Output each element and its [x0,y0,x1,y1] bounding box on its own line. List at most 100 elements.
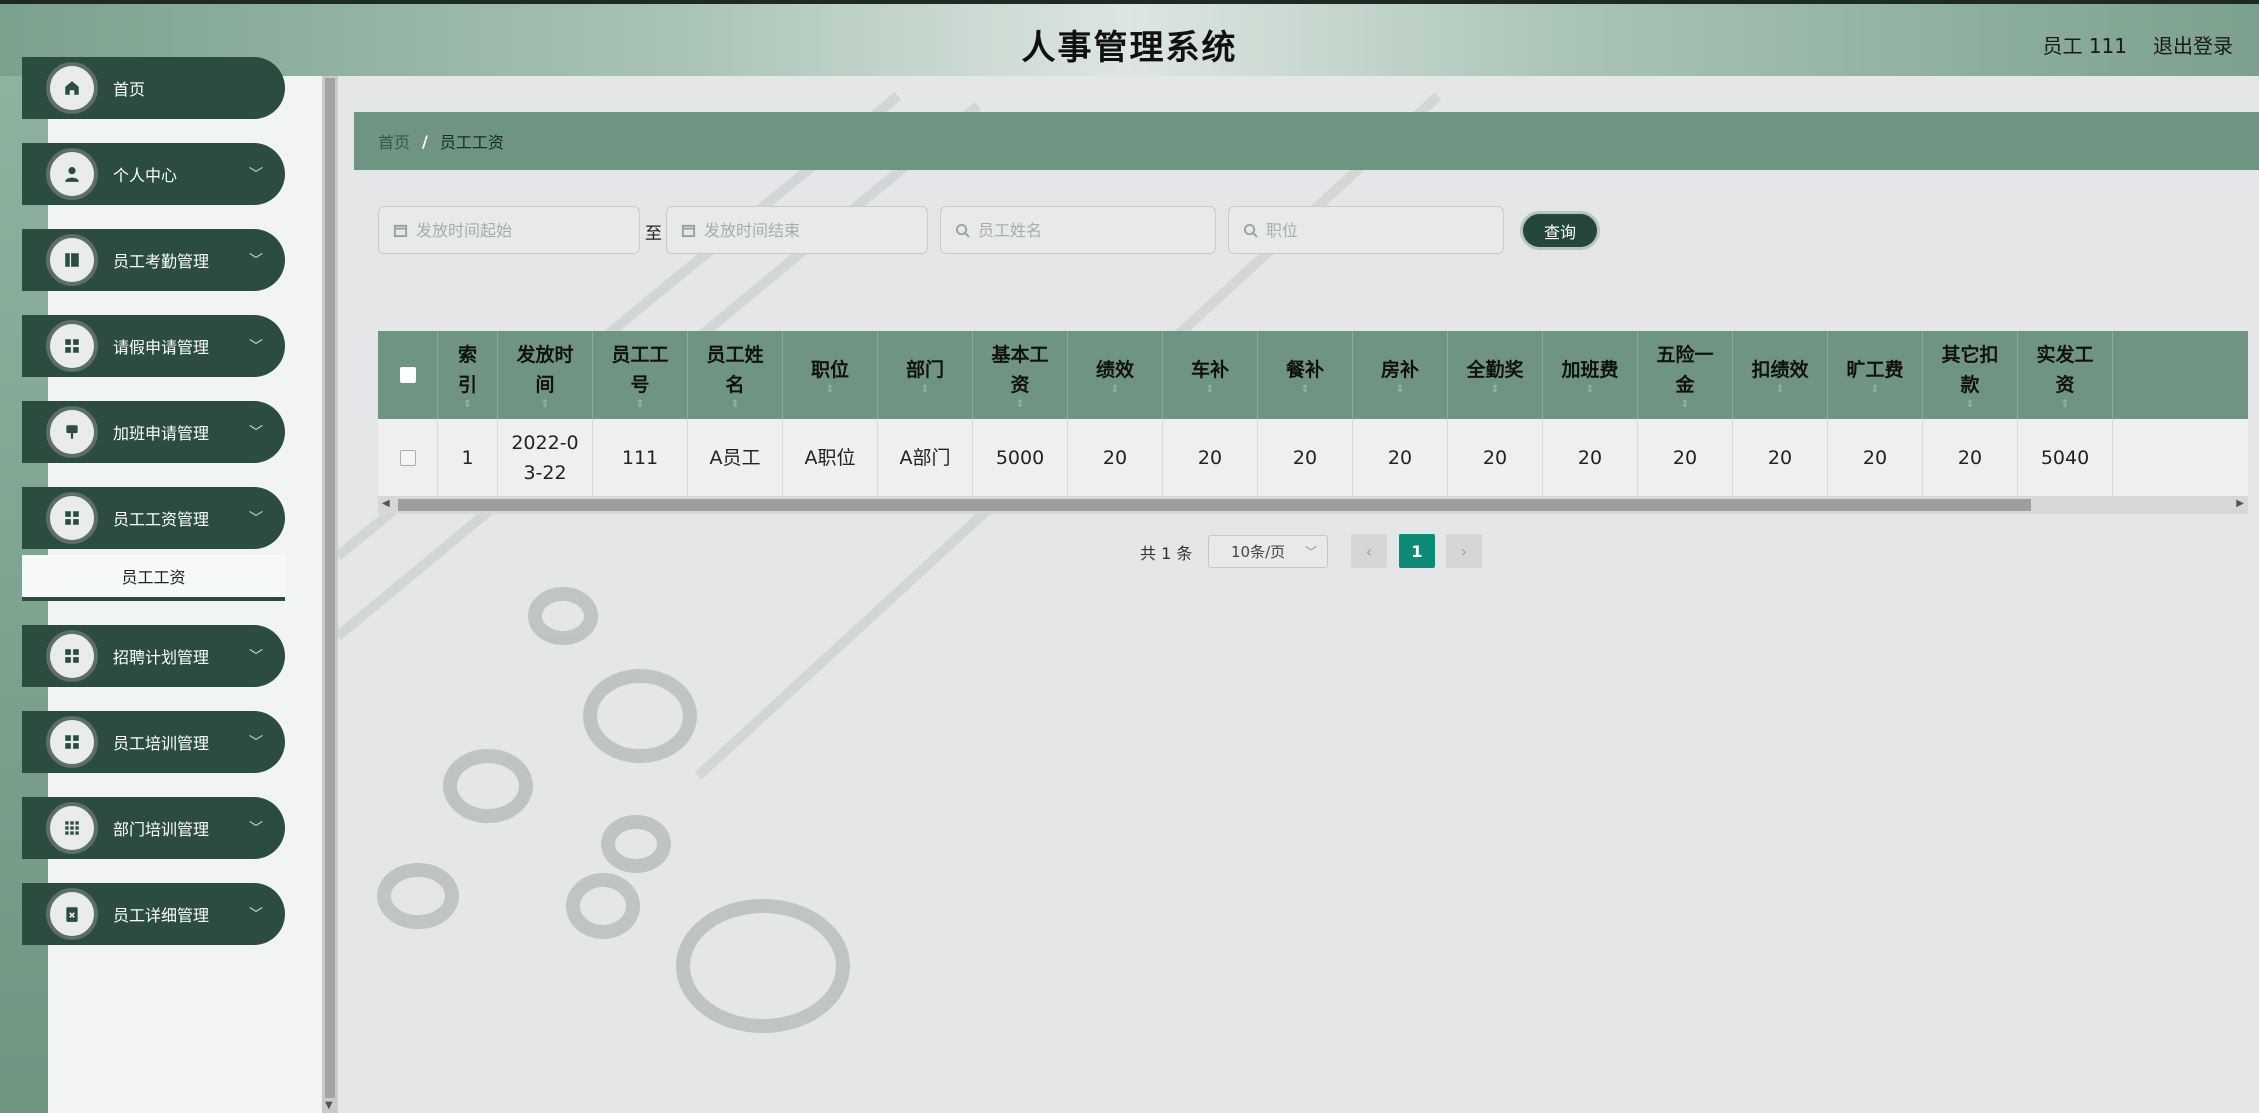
end-date-input[interactable] [704,220,904,240]
column-header-label: 基本工 [991,344,1049,366]
column-header[interactable]: 索引 ⇕ [438,331,498,419]
sort-icon[interactable]: ⇕ [463,400,471,410]
sidebar-item-home[interactable]: 首页 [22,57,285,119]
sort-icon[interactable]: ⇕ [636,400,644,410]
employee-name-field[interactable] [940,206,1216,254]
start-date-field[interactable] [378,206,640,254]
table-cell: 20 [1733,419,1828,496]
column-header-label: 其它扣 [1941,344,1999,366]
column-header-label: 餐补 [1285,359,1324,381]
column-header[interactable]: 部门 ⇕ [878,331,973,419]
sidebar-item-overtime[interactable]: 加班申请管理 ﹀ [22,401,285,463]
chevron-left-icon: ‹ [1365,541,1373,561]
column-header-label: 房补 [1380,359,1419,381]
table-cell: 20 [1163,419,1258,496]
sidebar-item-department-training[interactable]: 部门培训管理 ﹀ [22,797,285,859]
column-header[interactable]: 餐补 ⇕ [1258,331,1353,419]
page-number-1[interactable]: 1 [1399,534,1435,568]
column-header[interactable]: 其它扣款 ⇕ [1923,331,2018,419]
sort-icon[interactable]: ⇕ [1111,385,1119,395]
sidebar-item-personal-center[interactable]: 个人中心 ﹀ [22,143,285,205]
column-header[interactable]: 五险一金 ⇕ [1638,331,1733,419]
column-header[interactable]: 全勤奖 ⇕ [1448,331,1543,419]
row-checkbox[interactable] [399,449,416,466]
sidebar-item-employee-details[interactable]: 员工详细管理 ﹀ [22,883,285,945]
sidebar-item-label: 招聘计划管理 [113,648,210,667]
column-header[interactable]: 发放时间 ⇕ [498,331,593,419]
sidebar-item-label: 个人中心 [113,166,178,185]
submenu-item-salary[interactable]: 员工工资 [22,555,285,601]
column-header[interactable]: 车补 ⇕ [1163,331,1258,419]
scroll-right-icon[interactable]: ▶ [2236,498,2244,509]
column-header[interactable]: 员工姓名 ⇕ [688,331,783,419]
column-header-label: 绩效 [1095,359,1134,381]
end-date-field[interactable] [666,206,928,254]
position-field[interactable] [1228,206,1504,254]
employee-name-input[interactable] [978,220,1178,240]
sort-icon[interactable]: ⇕ [826,385,834,395]
sidebar-item-employee-training[interactable]: 员工培训管理 ﹀ [22,711,285,773]
scroll-down-icon[interactable]: ▼ [325,1100,333,1111]
start-date-input[interactable] [416,220,616,240]
column-header[interactable]: 扣绩效 ⇕ [1733,331,1828,419]
sort-icon[interactable]: ⇕ [1206,385,1214,395]
sort-icon[interactable]: ⇕ [1966,400,1974,410]
book-icon [46,234,98,286]
chevron-down-icon: ﹀ [249,907,263,923]
grid-icon [46,630,98,682]
sort-icon[interactable]: ⇕ [541,400,549,410]
sidebar-scroll-thumb[interactable] [325,78,335,1098]
breadcrumb: 首页 / 员工工资 [354,112,2259,170]
sort-icon[interactable]: ⇕ [1016,400,1024,410]
table-header: 索引 ⇕ 发放时间 ⇕ 员工工号 ⇕ 员工姓名 ⇕ 职位 ⇕ 部门 ⇕ 基本工资 ⇕ 绩效 ⇕ 车补 ⇕ 餐补 ⇕ 房补… [378,331,2248,419]
sort-icon[interactable]: ⇕ [2061,400,2069,410]
table-cell: A部门 [878,419,973,496]
column-header[interactable]: 绩效 ⇕ [1068,331,1163,419]
sidebar-item-leave[interactable]: 请假申请管理 ﹀ [22,315,285,377]
grid-icon [46,716,98,768]
logout-link[interactable]: 退出登录 [2153,30,2233,59]
column-header[interactable]: 职位 ⇕ [783,331,878,419]
sidebar-scrollbar[interactable]: ▼ [322,76,338,1113]
sidebar-item-label: 员工培训管理 [113,734,210,753]
table-scroll-thumb[interactable] [398,499,2031,511]
column-header-label: 实发工 [2036,344,2094,366]
search-icon [955,223,970,238]
sort-icon[interactable]: ⇕ [1396,385,1404,395]
column-header[interactable]: 加班费 ⇕ [1543,331,1638,419]
sort-icon[interactable]: ⇕ [921,385,929,395]
column-header[interactable]: 员工工号 ⇕ [593,331,688,419]
sidebar-item-label: 部门培训管理 [113,820,210,839]
column-header[interactable]: 房补 ⇕ [1353,331,1448,419]
table-cell: 2022-0 3-22 [498,419,593,496]
sort-icon[interactable]: ⇕ [1491,385,1499,395]
table-horizontal-scrollbar[interactable]: ◀ ▶ [378,496,2248,514]
position-input[interactable] [1266,220,1466,240]
sidebar-item-label: 首页 [113,80,146,99]
column-header[interactable]: 实发工资 ⇕ [2018,331,2113,419]
sidebar-item-label: 员工详细管理 [113,906,210,925]
next-page-button[interactable]: › [1446,534,1482,568]
sort-icon[interactable]: ⇕ [1776,385,1784,395]
breadcrumb-current: 员工工资 [439,133,504,152]
sort-icon[interactable]: ⇕ [1681,400,1689,410]
chevron-right-icon: › [1460,541,1468,561]
scroll-left-icon[interactable]: ◀ [382,498,390,509]
sidebar-item-salary[interactable]: 员工工资管理 ﹀ [22,487,285,549]
sort-icon[interactable]: ⇕ [1586,385,1594,395]
home-icon [46,62,98,114]
page-size-select[interactable]: 10条/页 ﹀ [1208,535,1328,568]
table-cell: 20 [1638,419,1733,496]
sort-icon[interactable]: ⇕ [1301,385,1309,395]
column-header[interactable]: 旷工费 ⇕ [1828,331,1923,419]
sort-icon[interactable]: ⇕ [1871,385,1879,395]
select-all-cell [378,331,438,419]
select-all-checkbox[interactable] [399,367,416,383]
sidebar-item-attendance[interactable]: 员工考勤管理 ﹀ [22,229,285,291]
query-button[interactable]: 查询 [1520,211,1600,250]
sidebar-item-recruitment[interactable]: 招聘计划管理 ﹀ [22,625,285,687]
column-header[interactable]: 基本工资 ⇕ [973,331,1068,419]
sort-icon[interactable]: ⇕ [731,400,739,410]
breadcrumb-home[interactable]: 首页 [378,129,410,153]
prev-page-button[interactable]: ‹ [1351,534,1387,568]
